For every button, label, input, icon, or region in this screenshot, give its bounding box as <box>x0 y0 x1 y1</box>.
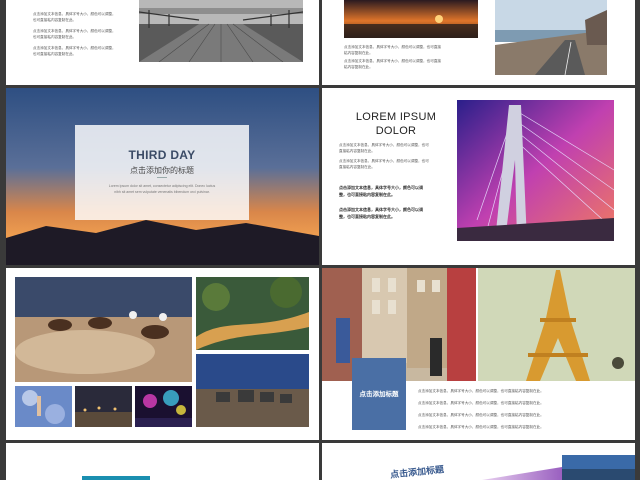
slide-body: Lorem ipsum dolor sit amet, consectetur … <box>108 184 216 194</box>
divider <box>157 177 167 178</box>
bridge-photo <box>457 100 614 241</box>
coastal-road-photo <box>495 0 607 75</box>
text-block: 点击添加文本信息，具体字号大小，颜色可以调整，也可直接粘内容复制在此。 <box>418 413 544 417</box>
text-block: 点击添加文本信息，具体字号大小，颜色可以调整，也可直接 粘内容复制在此。 <box>344 45 442 55</box>
river-valley-photo <box>196 277 309 350</box>
fireworks-photo <box>135 386 192 427</box>
bold-text-block: 点击添加文本信息，具体字号大小，颜色可以调 整，也可直接粘内容复制在此。 <box>339 207 423 219</box>
sky-photo <box>562 455 635 480</box>
gradient-photo <box>482 467 562 480</box>
bold-text-block: 点击添加文本信息，具体字号大小，颜色可以调 整，也可直接粘内容复制在此。 <box>339 185 423 197</box>
text-block: 点击添加文本信息，具体字号大小，颜色可以调整， 也可直接粘内容复制在此。 <box>33 29 116 39</box>
pier-photo <box>139 0 303 62</box>
slide-partial-title[interactable]: 点击添加标题 <box>322 443 635 480</box>
text-block: 点击添加文本信息，具体字号大小，颜色可以调整，也可直接粘内容复制在此。 <box>418 389 544 393</box>
accent-bar <box>82 476 150 480</box>
slide-partial-teal[interactable] <box>6 443 319 480</box>
box-title: 点击添加标题 <box>359 391 399 398</box>
text-block: 点击添加文本信息，具体字号大小，颜色可以调整， 也可直接粘内容复制在此。 <box>33 12 116 22</box>
slide-pier[interactable]: 点击添加文本信息，具体字号大小，颜色可以调整， 也可直接粘内容复制在此。 点击添… <box>6 0 319 85</box>
eiffel-tower-photo <box>478 268 635 381</box>
title-card: THIRD DAY 点击添加你的标题 Lorem ipsum dolor sit… <box>75 125 249 220</box>
text-block: 点击添加文本信息，具体字号大小，颜色可以调整， 也可直接粘内容复制在此。 <box>33 46 116 56</box>
lavender-photo <box>15 386 72 427</box>
sunset-photo <box>344 0 478 38</box>
slide-third-day[interactable]: THIRD DAY 点击添加你的标题 Lorem ipsum dolor sit… <box>6 88 319 265</box>
slide-street-eiffel[interactable]: 点击添加标题 点击添加文本信息，具体字号大小，颜色可以调整，也可直接粘内容复制在… <box>322 268 635 440</box>
offroad-vehicles-photo <box>196 354 309 427</box>
slide-sunset-road[interactable]: 点击添加文本信息，具体字号大小，颜色可以调整，也可直接 粘内容复制在此。 点击添… <box>322 0 635 85</box>
slide-title: 点击添加标题 <box>389 464 445 480</box>
text-block: 点击添加文本信息，具体字号大小，颜色可以调整，也可直接粘内容复制在此。 <box>418 425 544 429</box>
text-block: 点击添加文本信息，具体字号大小，颜色可以调整，也可直接粘内容复制在此。 <box>418 401 544 405</box>
slide-lorem-bridge[interactable]: LOREM IPSUM DOLOR 点击添加文本信息，具体字号大小，颜色可以调整… <box>322 88 635 265</box>
slide-photo-collage[interactable] <box>6 268 319 440</box>
harbor-night-photo <box>75 386 132 427</box>
slide-subtitle: 点击添加你的标题 <box>130 166 194 175</box>
text-block: 点击添加文本信息，具体字号大小，颜色可以调整，也可 直接粘内容复制在此。 <box>339 143 429 153</box>
slide-title: LOREM IPSUM DOLOR <box>355 111 437 137</box>
text-block: 点击添加文本信息，具体字号大小，颜色可以调整，也可直接 粘内容复制在此。 <box>344 59 442 69</box>
text-block: 点击添加文本信息，具体字号大小，颜色可以调整，也可 直接粘内容复制在此。 <box>339 159 429 169</box>
slide-title: THIRD DAY <box>128 148 196 162</box>
title-box: 点击添加标题 <box>352 358 406 430</box>
horse-race-photo <box>15 277 192 382</box>
